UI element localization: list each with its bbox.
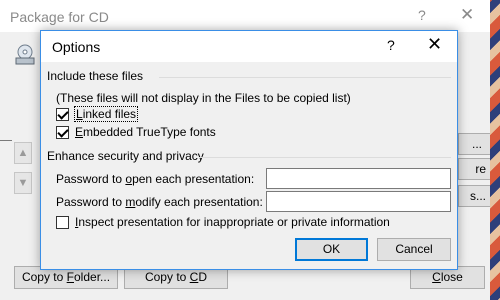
parent-close-button[interactable]: ✕ [460,5,474,25]
checkbox-unchecked-icon[interactable] [56,215,69,229]
remove-button[interactable]: re [458,158,490,180]
parent-dialog-title: Package for CD [10,9,109,25]
divider [0,140,12,141]
options-titlebar: Options ? ✕ [41,31,457,62]
group-divider [199,157,451,158]
add-files-button[interactable]: ... [458,133,490,155]
checkbox-checked-icon[interactable] [56,125,69,139]
inspect-presentation-label: Inspect presentation for inappropriate o… [75,215,390,229]
cancel-button[interactable]: Cancel [377,238,451,261]
include-files-note: (These files will not display in the Fil… [56,91,351,105]
arrow-down-icon: ▼ [17,177,29,189]
modify-password-input[interactable] [266,191,451,212]
options-dialog-title: Options [52,39,101,55]
ok-button[interactable]: OK [295,238,368,261]
security-group-title: Enhance security and privacy [47,149,204,163]
group-divider [159,77,451,78]
open-password-input[interactable] [266,168,451,189]
include-files-group-title: Include these files [47,69,144,83]
cd-drive-icon [15,44,35,65]
arrow-up-icon: ▲ [17,147,29,159]
linked-files-label: Linked files [73,106,139,122]
move-up-button[interactable]: ▲ [14,142,32,164]
inspect-presentation-checkbox[interactable]: Inspect presentation for inappropriate o… [56,214,390,230]
options-dialog: Options ? ✕ Include these files (These f… [40,30,458,270]
checkbox-checked-icon[interactable] [56,107,69,121]
options-close-button[interactable]: ✕ [427,34,442,55]
modify-password-label: Password to modify each presentation: [56,195,263,209]
parent-titlebar: Package for CD ? ✕ [0,0,490,32]
options-help-button[interactable]: ? [387,37,395,53]
embedded-fonts-label: Embedded TrueType fonts [75,125,216,139]
linked-files-checkbox[interactable]: Linked files [56,106,139,122]
open-password-label: Password to open each presentation: [56,172,255,186]
embedded-truetype-fonts-checkbox[interactable]: Embedded TrueType fonts [56,124,216,140]
parent-help-button[interactable]: ? [418,7,426,23]
move-down-button[interactable]: ▼ [14,172,32,194]
options-button[interactable]: s... [458,185,490,207]
